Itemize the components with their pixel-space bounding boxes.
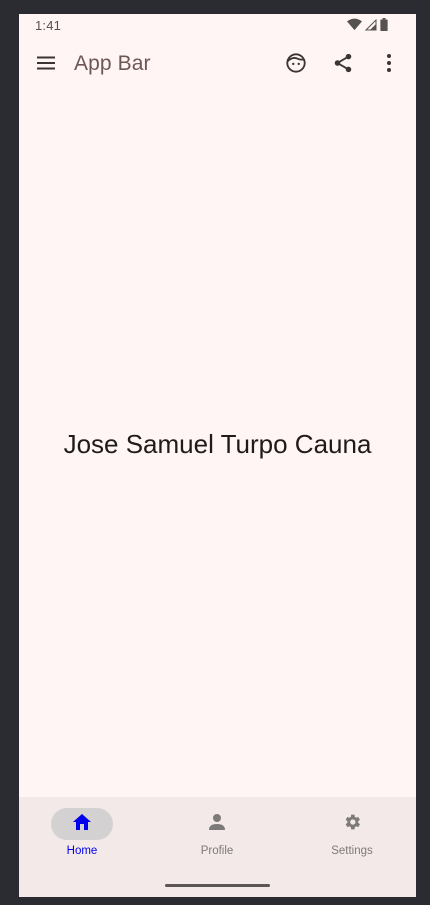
center-name-text: Jose Samuel Turpo Cauna xyxy=(63,429,372,459)
gesture-navigation-bar[interactable] xyxy=(165,884,270,887)
nav-item-home[interactable]: Home xyxy=(32,808,132,868)
share-button[interactable] xyxy=(323,45,363,85)
app-bar-title: App Bar xyxy=(74,52,151,75)
battery-icon xyxy=(380,18,388,31)
signal-icon xyxy=(365,18,377,31)
menu-icon xyxy=(36,55,56,76)
gear-icon xyxy=(342,812,362,837)
main-content: Jose Samuel Turpo Cauna xyxy=(19,94,416,797)
nav-icon-container xyxy=(321,808,383,840)
person-icon xyxy=(208,813,226,836)
more-options-button[interactable] xyxy=(369,45,409,85)
share-icon xyxy=(332,52,354,79)
more-vert-icon xyxy=(386,53,392,78)
status-icons xyxy=(347,18,388,31)
nav-item-profile[interactable]: Profile xyxy=(167,808,267,868)
nav-label-profile: Profile xyxy=(200,845,234,857)
phone-screen: 1:41 App Bar Jose Samuel Turpo Cauna Hom… xyxy=(19,14,416,897)
wifi-icon xyxy=(347,18,362,31)
menu-button[interactable] xyxy=(26,45,66,85)
app-bar: App Bar xyxy=(19,38,416,94)
face-button[interactable] xyxy=(276,45,316,85)
status-time: 1:41 xyxy=(35,18,62,33)
face-icon xyxy=(285,52,307,79)
nav-label-settings: Settings xyxy=(331,845,373,857)
nav-icon-container xyxy=(186,808,248,840)
status-bar: 1:41 xyxy=(19,14,416,38)
nav-item-settings[interactable]: Settings xyxy=(302,808,402,868)
nav-label-home: Home xyxy=(66,845,98,857)
nav-active-indicator xyxy=(51,808,113,840)
home-icon xyxy=(72,813,92,836)
bottom-navigation-bar: Home Profile Settings xyxy=(19,797,416,897)
